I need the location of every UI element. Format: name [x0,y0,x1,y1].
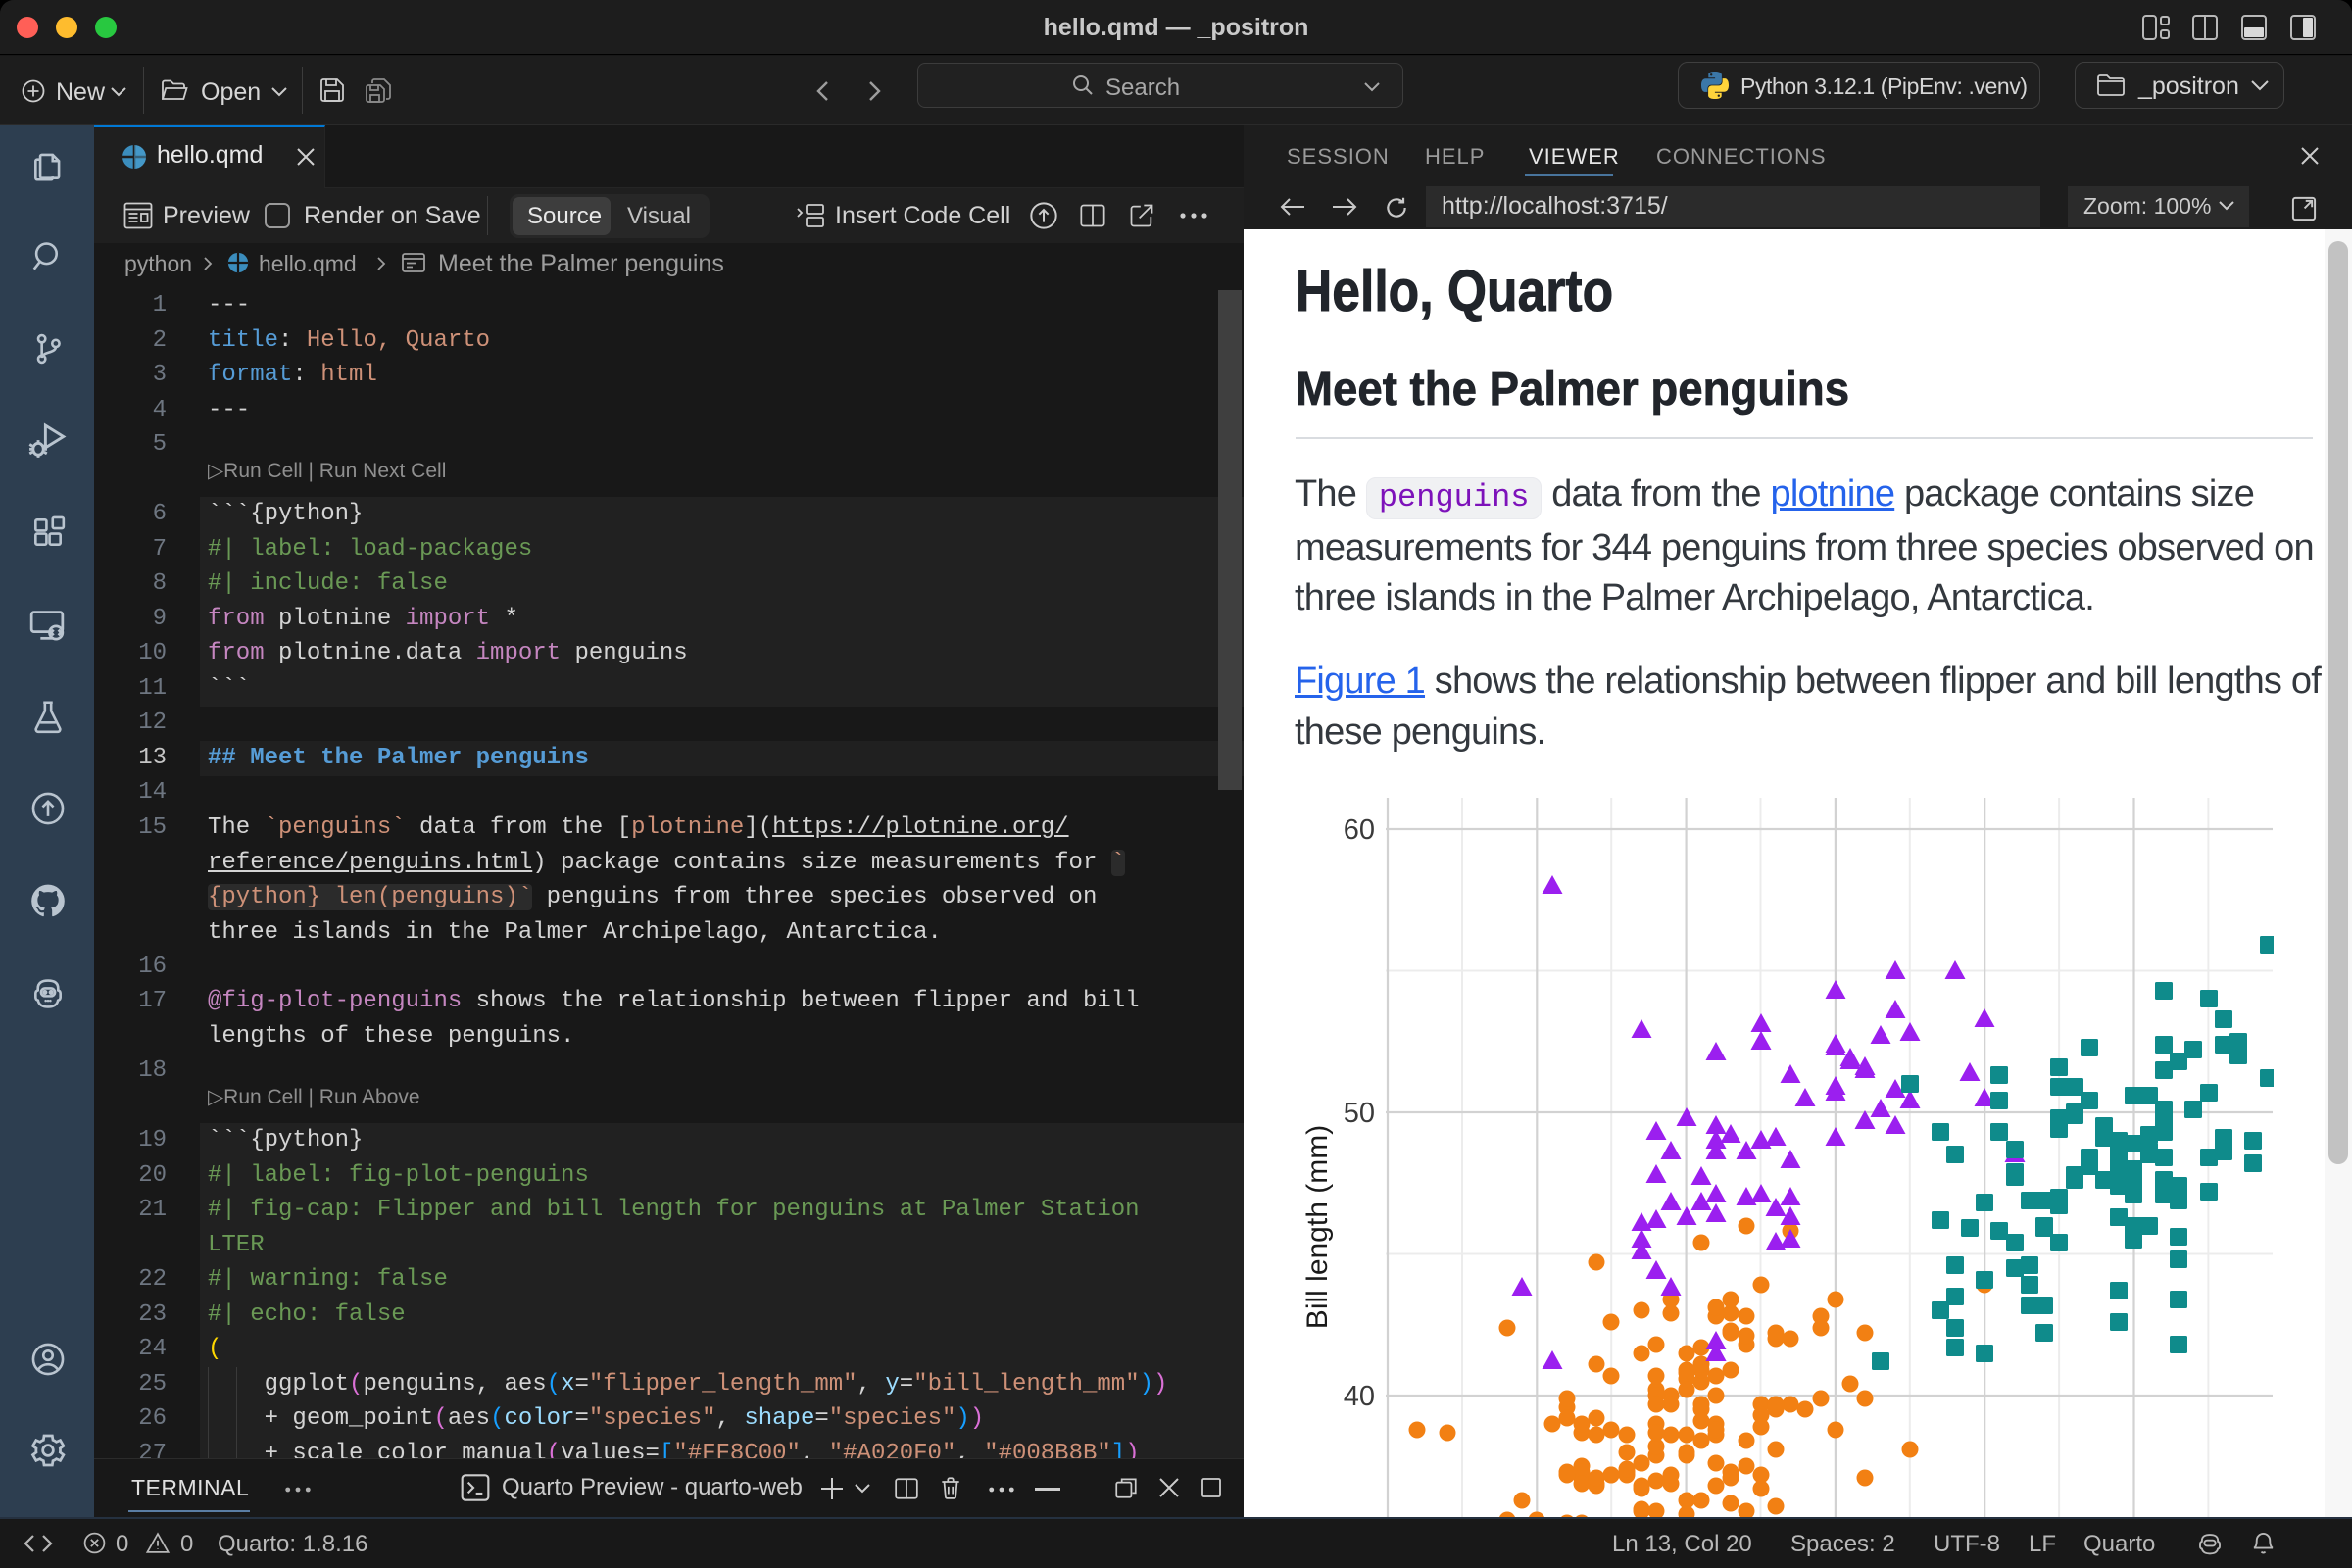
svg-text:Bill length (mm): Bill length (mm) [1301,1125,1334,1329]
svg-text:60: 60 [1344,814,1375,846]
svg-text:50: 50 [1344,1098,1375,1129]
svg-text:40: 40 [1344,1381,1375,1412]
